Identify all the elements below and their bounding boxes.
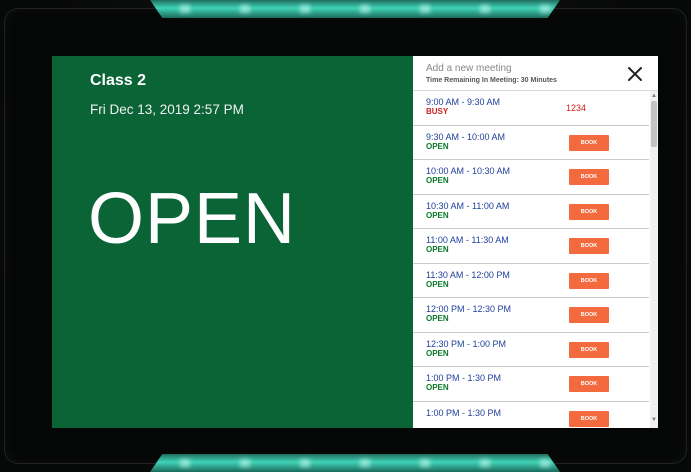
slot-time: 1:00 PM - 1:30 PM xyxy=(426,407,502,418)
current-datetime: Fri Dec 13, 2019 2:57 PM xyxy=(90,102,244,117)
slot-time: 12:30 PM - 1:00 PM xyxy=(426,338,507,349)
add-meeting-input[interactable]: Add a new meeting xyxy=(426,63,512,74)
slot-status: OPEN xyxy=(426,279,449,289)
slot-status: OPEN xyxy=(426,176,449,185)
slot-status: OPEN xyxy=(426,141,449,151)
scroll-up-icon[interactable]: ▲ xyxy=(651,93,657,99)
slot-status: OPEN xyxy=(426,348,449,358)
led-light-bar-top xyxy=(150,0,560,18)
slot-status: OPEN xyxy=(426,383,449,392)
time-slot-list[interactable]: 9:00 AM - 9:30 AM BUSY 1234 9:30 AM - 10:00… xyxy=(413,91,649,428)
room-name: Class 2 xyxy=(90,72,147,89)
time-slot-row: 1:00 PM - 1:30 PM OPEN BOOK xyxy=(413,367,649,402)
time-remaining-label: Time Remaining In Meeting: 30 Minutes xyxy=(426,77,557,84)
led-light-bar-bottom xyxy=(150,454,560,472)
slot-status: OPEN xyxy=(426,314,449,323)
book-button[interactable]: BOOK xyxy=(569,203,609,220)
book-button[interactable]: BOOK xyxy=(569,376,609,392)
close-icon xyxy=(628,67,642,81)
book-button[interactable]: BOOK xyxy=(569,238,609,254)
time-slot-row: 9:00 AM - 9:30 AM BUSY 1234 xyxy=(413,91,649,126)
room-display-screen: Class 2 Fri Dec 13, 2019 2:57 PM OPEN Ad… xyxy=(52,56,658,428)
meeting-id: 1234 xyxy=(566,103,587,113)
slot-time: 9:30 AM - 10:00 AM xyxy=(426,131,506,142)
time-slot-row: 11:30 AM - 12:00 PM OPEN BOOK xyxy=(413,264,649,298)
scroll-thumb[interactable] xyxy=(651,101,657,147)
booking-header: Add a new meeting Time Remaining In Meet… xyxy=(413,56,658,91)
time-slot-row: 9:30 AM - 10:00 AM OPEN BOOK xyxy=(413,126,649,160)
slot-status: OPEN xyxy=(426,210,449,220)
scroll-down-icon[interactable]: ▼ xyxy=(651,417,657,423)
time-slot-row: 10:30 AM - 11:00 AM OPEN BOOK xyxy=(413,195,649,229)
room-status: OPEN xyxy=(88,179,297,259)
book-button[interactable]: BOOK xyxy=(569,272,609,289)
slot-list-scrollbar[interactable]: ▲ ▼ xyxy=(650,91,658,428)
room-status-panel: Class 2 Fri Dec 13, 2019 2:57 PM OPEN xyxy=(52,56,413,428)
slot-time: 10:00 AM - 10:30 AM xyxy=(426,166,511,176)
book-button[interactable]: BOOK xyxy=(569,134,609,151)
book-button[interactable]: BOOK xyxy=(569,169,609,185)
time-slot-row: 10:00 AM - 10:30 AM OPEN BOOK xyxy=(413,160,649,195)
slot-time: 12:00 PM - 12:30 PM xyxy=(426,304,512,314)
time-slot-row: 12:30 PM - 1:00 PM OPEN BOOK xyxy=(413,333,649,367)
close-button[interactable] xyxy=(625,64,645,84)
slot-time: 9:00 AM - 9:30 AM xyxy=(426,97,501,107)
time-slot-row: 12:00 PM - 12:30 PM OPEN BOOK xyxy=(413,298,649,333)
slot-status: OPEN xyxy=(426,245,449,254)
book-button[interactable]: BOOK xyxy=(569,341,609,358)
slot-time: 1:00 PM - 1:30 PM xyxy=(426,373,502,383)
device-bezel: Class 2 Fri Dec 13, 2019 2:57 PM OPEN Ad… xyxy=(0,0,691,472)
time-slot-row: 11:00 AM - 11:30 AM OPEN BOOK xyxy=(413,229,649,264)
slot-time: 11:00 AM - 11:30 AM xyxy=(426,235,509,245)
slot-time: 11:30 AM - 12:00 PM xyxy=(426,269,510,280)
slot-time: 10:30 AM - 11:00 AM xyxy=(426,200,510,211)
time-slot-row: 1:00 PM - 1:30 PM BOOK xyxy=(413,402,649,429)
book-button[interactable]: BOOK xyxy=(569,410,609,427)
book-button[interactable]: BOOK xyxy=(569,307,609,323)
booking-panel: Add a new meeting Time Remaining In Meet… xyxy=(413,56,658,428)
slot-status: BUSY xyxy=(426,107,449,116)
